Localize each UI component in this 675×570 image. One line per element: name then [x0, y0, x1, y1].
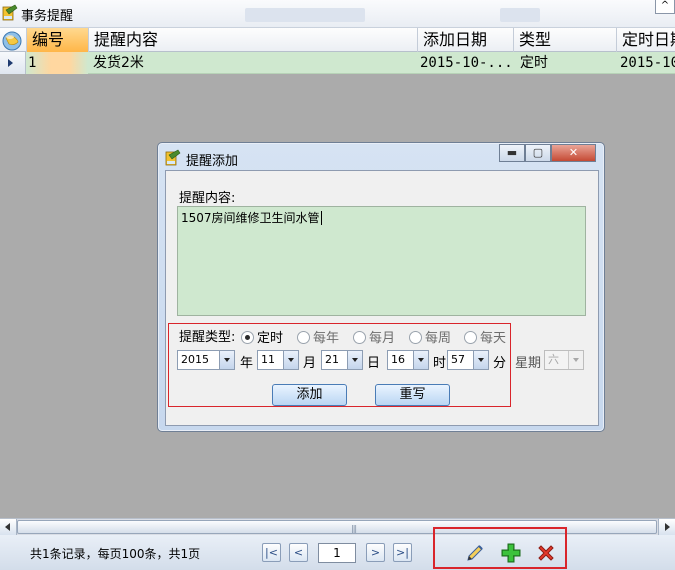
horizontal-scrollbar[interactable]: |||: [0, 518, 675, 535]
reset-button[interactable]: 重写: [375, 384, 450, 406]
radio-timed[interactable]: 定时: [241, 327, 283, 346]
radio-dot-icon: [409, 331, 422, 344]
table-row[interactable]: 1 发货2米 2015-10-... 定时 2015-10: [0, 52, 675, 74]
scroll-left-button[interactable]: [0, 519, 17, 535]
chevron-down-icon: [347, 351, 362, 369]
radio-dot-icon: [241, 331, 254, 344]
cell-type[interactable]: 定时: [518, 52, 616, 74]
column-header-type[interactable]: 类型: [513, 28, 616, 52]
radio-daily[interactable]: 每天: [464, 327, 506, 346]
chevron-down-icon: [413, 351, 428, 369]
month-unit: 月: [303, 356, 317, 371]
add-button[interactable]: 添加: [272, 384, 347, 406]
window-control-button[interactable]: ^: [655, 0, 675, 14]
add-plus-icon[interactable]: [500, 542, 522, 564]
year-select[interactable]: 2015: [177, 350, 235, 370]
radio-dot-icon: [297, 331, 310, 344]
delete-x-icon[interactable]: [535, 542, 557, 564]
window-title: 事务提醒: [21, 9, 74, 24]
column-header-timed-date[interactable]: 定时日期: [616, 28, 675, 52]
content-text: 1507房间维修卫生间水管: [181, 211, 320, 225]
next-page-button[interactable]: >: [366, 543, 385, 562]
minute-unit: 分: [493, 356, 507, 371]
hour-select[interactable]: 16: [387, 350, 429, 370]
type-label: 提醒类型:: [179, 330, 236, 345]
last-page-button[interactable]: >|: [393, 543, 412, 562]
close-button[interactable]: ✕: [551, 144, 596, 162]
edit-pencil-icon[interactable]: [464, 542, 486, 564]
radio-dot-icon: [353, 331, 366, 344]
scroll-right-button[interactable]: [658, 519, 675, 535]
weekday-select: 六: [544, 350, 584, 370]
cell-content[interactable]: 发货2米: [91, 52, 417, 74]
column-header-add-date[interactable]: 添加日期: [417, 28, 513, 52]
weekday-label: 星期: [515, 356, 542, 371]
radio-yearly[interactable]: 每年: [297, 327, 339, 346]
grip-icon: |||: [351, 524, 357, 533]
year-unit: 年: [240, 356, 254, 371]
maximize-button[interactable]: ▢: [525, 144, 551, 162]
minute-select[interactable]: 57: [447, 350, 489, 370]
record-summary: 共1条记录，每页100条，共1页: [30, 547, 201, 561]
column-header-id[interactable]: 编号: [26, 28, 88, 52]
chevron-down-icon: [283, 351, 298, 369]
radio-weekly[interactable]: 每周: [409, 327, 451, 346]
cell-add-date[interactable]: 2015-10-...: [418, 52, 513, 74]
page-number-input[interactable]: 1: [318, 543, 356, 563]
radio-monthly[interactable]: 每月: [353, 327, 395, 346]
content-label: 提醒内容:: [179, 191, 236, 206]
grid-header: 编号 提醒内容 添加日期 类型 定时日期: [0, 28, 675, 52]
month-select[interactable]: 11: [257, 350, 299, 370]
app-icon: [2, 4, 18, 21]
column-header-content[interactable]: 提醒内容: [88, 28, 417, 52]
blurred-title-segment: [245, 8, 365, 22]
title-bar: 事务提醒 ^: [0, 0, 675, 28]
grid-corner[interactable]: [0, 28, 26, 52]
blurred-title-segment: [500, 8, 540, 22]
first-page-button[interactable]: |<: [262, 543, 281, 562]
cell-id[interactable]: 1: [26, 52, 88, 74]
hour-unit: 时: [433, 356, 447, 371]
add-reminder-dialog: 提醒添加 ▬ ▢ ✕ 提醒内容: 1507房间维修卫生间水管 提醒类型: 定时 …: [157, 142, 605, 432]
dialog-app-icon: [165, 149, 181, 166]
chevron-down-icon: [473, 351, 488, 369]
dialog-body: 提醒内容: 1507房间维修卫生间水管 提醒类型: 定时 每年 每月 每周 每天…: [165, 170, 599, 426]
radio-dot-icon: [464, 331, 477, 344]
cell-timed-date[interactable]: 2015-10: [618, 52, 675, 74]
day-select[interactable]: 21: [321, 350, 363, 370]
row-selector[interactable]: [0, 52, 26, 74]
dialog-title: 提醒添加: [186, 154, 239, 169]
day-unit: 日: [367, 356, 381, 371]
status-bar: 共1条记录，每页100条，共1页 |< < 1 > >|: [0, 527, 675, 570]
content-textarea[interactable]: 1507房间维修卫生间水管: [177, 206, 586, 316]
globe-icon: [2, 31, 22, 51]
current-row-arrow-icon: [8, 59, 13, 67]
minimize-button[interactable]: ▬: [499, 144, 525, 162]
chevron-down-icon: [568, 351, 583, 369]
chevron-down-icon: [219, 351, 234, 369]
text-cursor: [320, 211, 322, 225]
prev-page-button[interactable]: <: [289, 543, 308, 562]
